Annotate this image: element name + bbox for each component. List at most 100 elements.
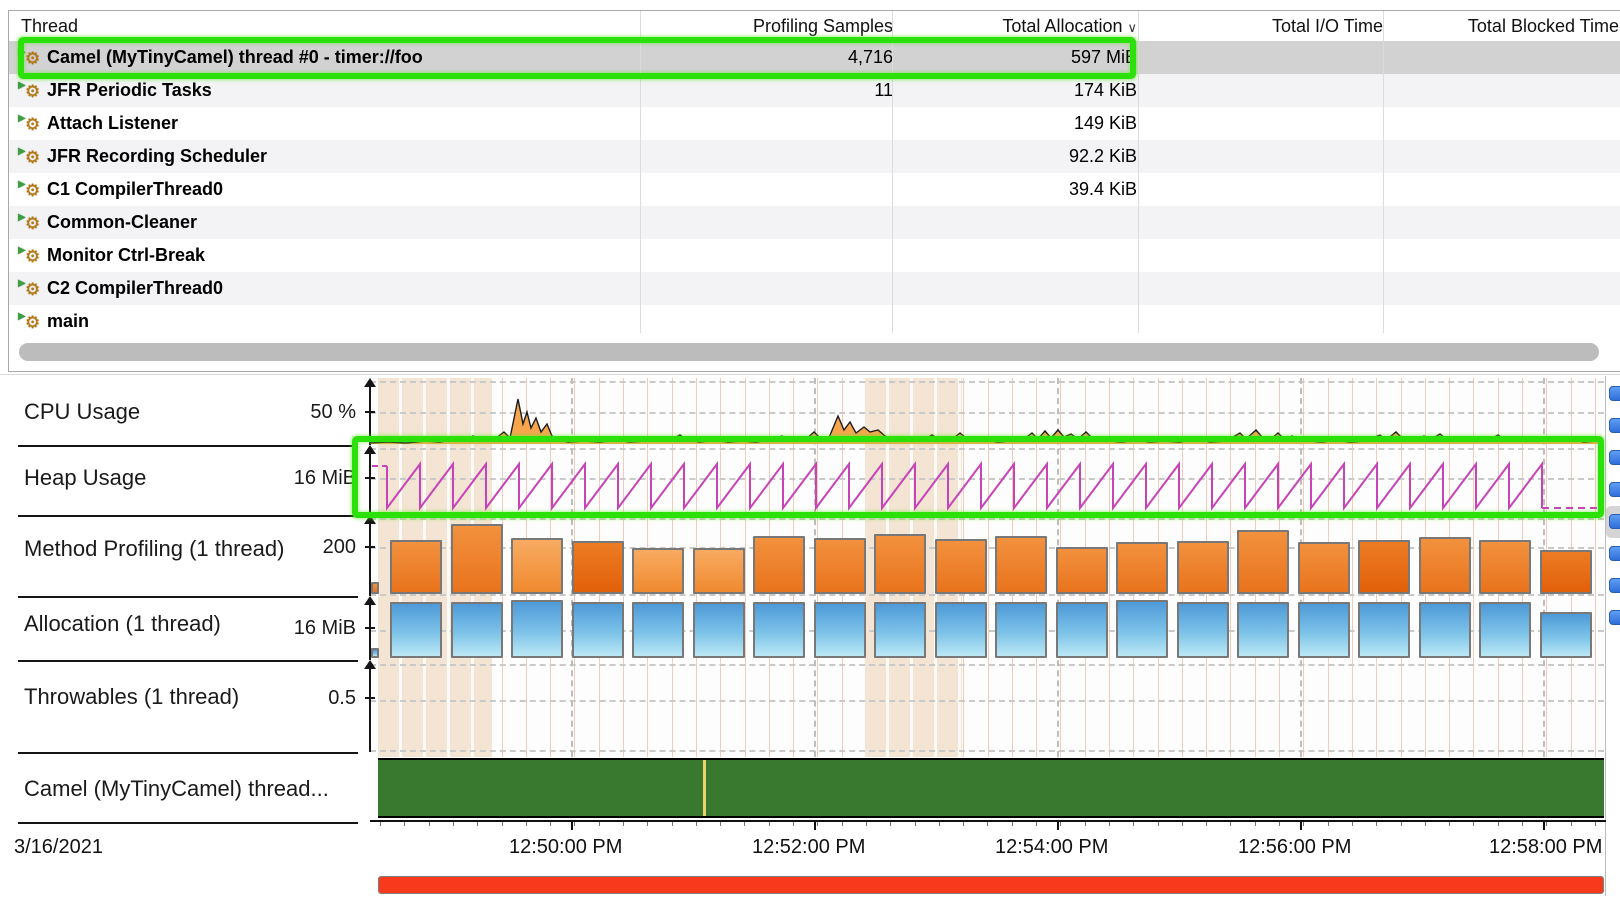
chart-bar bbox=[1540, 612, 1592, 658]
column-header-label: Total Blocked Time bbox=[1468, 16, 1619, 36]
chart-bar-partial bbox=[371, 582, 379, 594]
method-profiling-chart[interactable] bbox=[370, 515, 1604, 596]
toolbar-button[interactable] bbox=[1609, 418, 1620, 433]
chart-bar bbox=[572, 602, 624, 658]
toolbar-button[interactable] bbox=[1609, 514, 1620, 529]
chart-bar bbox=[935, 539, 987, 594]
table-row[interactable]: ⚙▶Attach Listener149 KiB bbox=[9, 107, 1620, 140]
time-axis-minor-tick bbox=[1449, 822, 1450, 826]
chart-bar bbox=[995, 536, 1047, 594]
chart-bar bbox=[1056, 547, 1108, 594]
chart-bar bbox=[1479, 602, 1531, 658]
blocked-time-cell bbox=[9, 74, 1619, 107]
time-axis-minor-tick bbox=[1206, 822, 1207, 826]
table-horizontal-scrollbar-thumb[interactable] bbox=[19, 343, 1599, 361]
chart-bar bbox=[753, 602, 805, 658]
value-axis-arrow-icon bbox=[364, 660, 376, 669]
time-axis-labels: 12:50:00 PM12:52:00 PM12:54:00 PM12:56:0… bbox=[0, 834, 1606, 860]
table-row[interactable]: ⚙▶main bbox=[9, 305, 1620, 333]
time-axis-minor-tick bbox=[842, 822, 843, 826]
chart-bar bbox=[511, 600, 563, 658]
chart-bar bbox=[451, 602, 503, 658]
row-label-cpu-usage: CPU Usage bbox=[24, 398, 140, 426]
toolbar-button[interactable] bbox=[1609, 386, 1620, 401]
toolbar-button[interactable] bbox=[1609, 482, 1620, 497]
cpu-usage-chart[interactable] bbox=[370, 378, 1604, 445]
toolbar-button[interactable] bbox=[1609, 578, 1620, 593]
table-row[interactable]: ⚙▶Common-Cleaner bbox=[9, 206, 1620, 239]
chart-bar bbox=[753, 536, 805, 594]
time-axis-minor-tick bbox=[939, 822, 940, 826]
chart-bar bbox=[814, 602, 866, 658]
time-axis-major-tick bbox=[814, 822, 816, 830]
row-label-camel-mytinycamel-thread-: Camel (MyTinyCamel) thread... bbox=[24, 775, 329, 803]
table-row[interactable]: ⚙▶C2 CompilerThread0 bbox=[9, 272, 1620, 305]
row-separator bbox=[18, 515, 358, 517]
chart-bar bbox=[1540, 550, 1592, 594]
chart-bar bbox=[1298, 542, 1350, 594]
column-separator bbox=[892, 11, 893, 333]
chart-bar bbox=[572, 541, 624, 594]
axis-tick-label: 16 MiB bbox=[236, 616, 356, 640]
blocked-time-cell bbox=[9, 41, 1619, 74]
time-axis-minor-tick bbox=[647, 822, 648, 826]
chart-bar bbox=[1056, 602, 1108, 658]
row-separator bbox=[18, 822, 358, 824]
time-axis-major-tick bbox=[1300, 822, 1302, 830]
time-axis-minor-tick bbox=[1255, 822, 1256, 826]
chart-bar bbox=[1177, 541, 1229, 594]
time-axis-minor-tick bbox=[1571, 822, 1572, 826]
time-axis-minor-tick bbox=[720, 822, 721, 826]
thread-table: ThreadProfiling SamplesTotal Allocation∨… bbox=[8, 10, 1620, 372]
time-axis-minor-tick bbox=[477, 822, 478, 826]
table-row[interactable]: ⚙▶JFR Periodic Tasks11174 KiB bbox=[9, 74, 1620, 107]
column-header-total-blocked-time[interactable]: Total Blocked Time bbox=[9, 11, 1619, 41]
time-tick-label: 12:56:00 PM bbox=[1238, 834, 1351, 860]
grid-line-horizontal bbox=[370, 700, 1604, 702]
time-axis-minor-tick bbox=[1401, 822, 1402, 826]
time-axis-minor-tick bbox=[1012, 822, 1013, 826]
thread-lifetime-span[interactable] bbox=[378, 758, 1604, 818]
chart-bar bbox=[693, 548, 745, 594]
time-tick-label: 12:54:00 PM bbox=[995, 834, 1108, 860]
chart-bar bbox=[1419, 602, 1471, 658]
table-row[interactable]: ⚙▶C1 CompilerThread039.4 KiB bbox=[9, 173, 1620, 206]
toolbar-button[interactable] bbox=[1609, 610, 1620, 625]
time-axis-major-tick bbox=[1057, 822, 1059, 830]
chart-bar bbox=[1298, 602, 1350, 658]
time-axis-minor-tick bbox=[1060, 822, 1061, 826]
time-axis-minor-tick bbox=[380, 822, 381, 826]
chart-bar bbox=[874, 602, 926, 658]
right-toolbar-separator bbox=[1605, 376, 1606, 896]
timeline-range-slider[interactable] bbox=[378, 876, 1604, 894]
time-axis-minor-tick bbox=[915, 822, 916, 826]
row-separator bbox=[18, 445, 358, 447]
time-axis-minor-tick bbox=[526, 822, 527, 826]
time-axis-minor-tick bbox=[574, 822, 575, 826]
table-row[interactable]: ⚙▶JFR Recording Scheduler92.2 KiB bbox=[9, 140, 1620, 173]
chart-bar bbox=[693, 602, 745, 658]
time-axis-minor-tick bbox=[817, 822, 818, 826]
toolbar-button[interactable] bbox=[1609, 546, 1620, 561]
thread-table-rows: ⚙▶Camel (MyTinyCamel) thread #0 - timer:… bbox=[9, 41, 1620, 333]
time-axis-minor-tick bbox=[1109, 822, 1110, 826]
chart-bar bbox=[511, 538, 563, 594]
time-axis-minor-tick bbox=[404, 822, 405, 826]
time-axis-minor-tick bbox=[890, 822, 891, 826]
table-row[interactable]: ⚙▶Camel (MyTinyCamel) thread #0 - timer:… bbox=[9, 41, 1620, 74]
table-row[interactable]: ⚙▶Monitor Ctrl-Break bbox=[9, 239, 1620, 272]
time-axis-major-tick bbox=[1543, 822, 1545, 830]
time-axis-minor-tick bbox=[1473, 822, 1474, 826]
heap-usage-chart[interactable] bbox=[370, 445, 1604, 515]
time-tick-label: 12:52:00 PM bbox=[752, 834, 865, 860]
chart-bar bbox=[1116, 600, 1168, 658]
heap-series-sawtooth bbox=[387, 464, 1542, 508]
time-axis-minor-tick bbox=[1182, 822, 1183, 826]
toolbar-button[interactable] bbox=[1609, 450, 1620, 465]
allocation-chart[interactable] bbox=[370, 596, 1604, 660]
chart-bar bbox=[995, 602, 1047, 658]
chart-bar bbox=[935, 602, 987, 658]
time-axis-minor-tick bbox=[1328, 822, 1329, 826]
axis-tick-label: 16 MiB bbox=[236, 466, 356, 490]
chart-bar bbox=[632, 602, 684, 658]
